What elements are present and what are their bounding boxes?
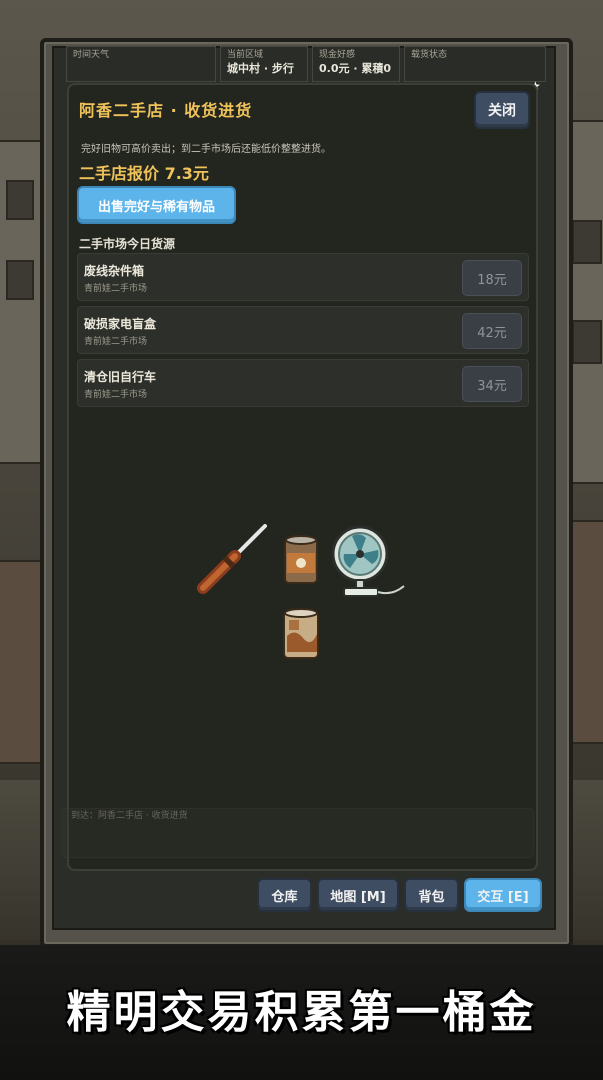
list-item: 清仓旧自行车 青前娃二手市场 34元 [77,359,529,407]
shop-dialog: 阿香二手店 · 收货进货 关闭 完好旧物可高价卖出；到二手市场后还能低价整整进货… [67,83,538,871]
hud-weather-caption: 时间天气 [73,50,110,60]
list-item: 破损家电盲盒 青前娃二手市场 42元 [77,306,529,354]
hud-area-value: 城中村 · 步行 [227,62,294,75]
good-source: 青前娃二手市场 [84,390,148,400]
list-item: 废线杂件箱 青前娃二手市场 18元 [77,253,529,301]
close-button[interactable]: 关闭 [474,91,530,129]
screwdriver-icon[interactable] [195,524,267,600]
building-window [6,180,34,220]
buy-price-button[interactable]: 18元 [462,260,522,296]
sell-items-button[interactable]: 出售完好与稀有物品 [77,186,236,224]
hud-area: 当前区域 城中村 · 步行 [220,46,308,82]
electric-fan-icon[interactable] [330,524,408,604]
backpack-button[interactable]: 背包 [404,878,459,912]
hud-cargo-caption: 载货状态 [411,50,448,60]
interact-button[interactable]: 交互 [E] [464,878,542,912]
dialog-description: 完好旧物可高价卖出；到二手市场后还能低价整整进货。 [81,144,331,155]
warehouse-button[interactable]: 仓库 [257,878,312,912]
dialog-title: 阿香二手店 · 收货进货 [79,101,253,120]
log-line: 到达：阿香二手店 · 收货进货 [71,811,188,821]
hud-weather: 时间天气 [66,46,216,82]
hud-bar: 时间天气 当前区域 城中村 · 步行 现金好感 0.0元 · 累積0 载货状态 [66,46,550,82]
market-section-title: 二手市场今日货源 [79,237,176,251]
shop-price: 二手店报价 7.3元 [79,164,209,183]
rusty-can-icon[interactable] [281,606,321,668]
hud-cash-caption: 现金好感 [319,50,356,60]
hud-area-caption: 当前区域 [227,50,264,60]
buy-price-button[interactable]: 42元 [462,313,522,349]
goods-list: 废线杂件箱 青前娃二手市场 18元 破损家电盲盒 青前娃二手市场 42元 清仓旧… [77,253,529,412]
building-window [6,260,34,300]
tin-can-icon[interactable] [283,535,319,591]
buy-price-button[interactable]: 34元 [462,366,522,402]
good-name: 清仓旧自行车 [84,370,157,384]
good-source: 青前娃二手市场 [84,337,148,347]
good-name: 破损家电盲盒 [84,317,157,331]
building-window [572,220,602,264]
good-source: 青前娃二手市场 [84,284,148,294]
dialog-header: 阿香二手店 · 收货进货 关闭 [69,85,536,131]
hud-cargo: 载货状态 [404,46,546,82]
hud-cash: 现金好感 0.0元 · 累積0 [312,46,400,82]
building-window [572,320,602,364]
good-name: 废线杂件箱 [84,264,145,278]
hud-cash-value: 0.0元 · 累積0 [319,62,391,75]
promo-banner-text: 精明交易积累第一桶金 [66,987,537,1038]
map-button[interactable]: 地图 [M] [317,878,399,912]
message-log: 到达：阿香二手店 · 收货进货 [62,808,534,858]
